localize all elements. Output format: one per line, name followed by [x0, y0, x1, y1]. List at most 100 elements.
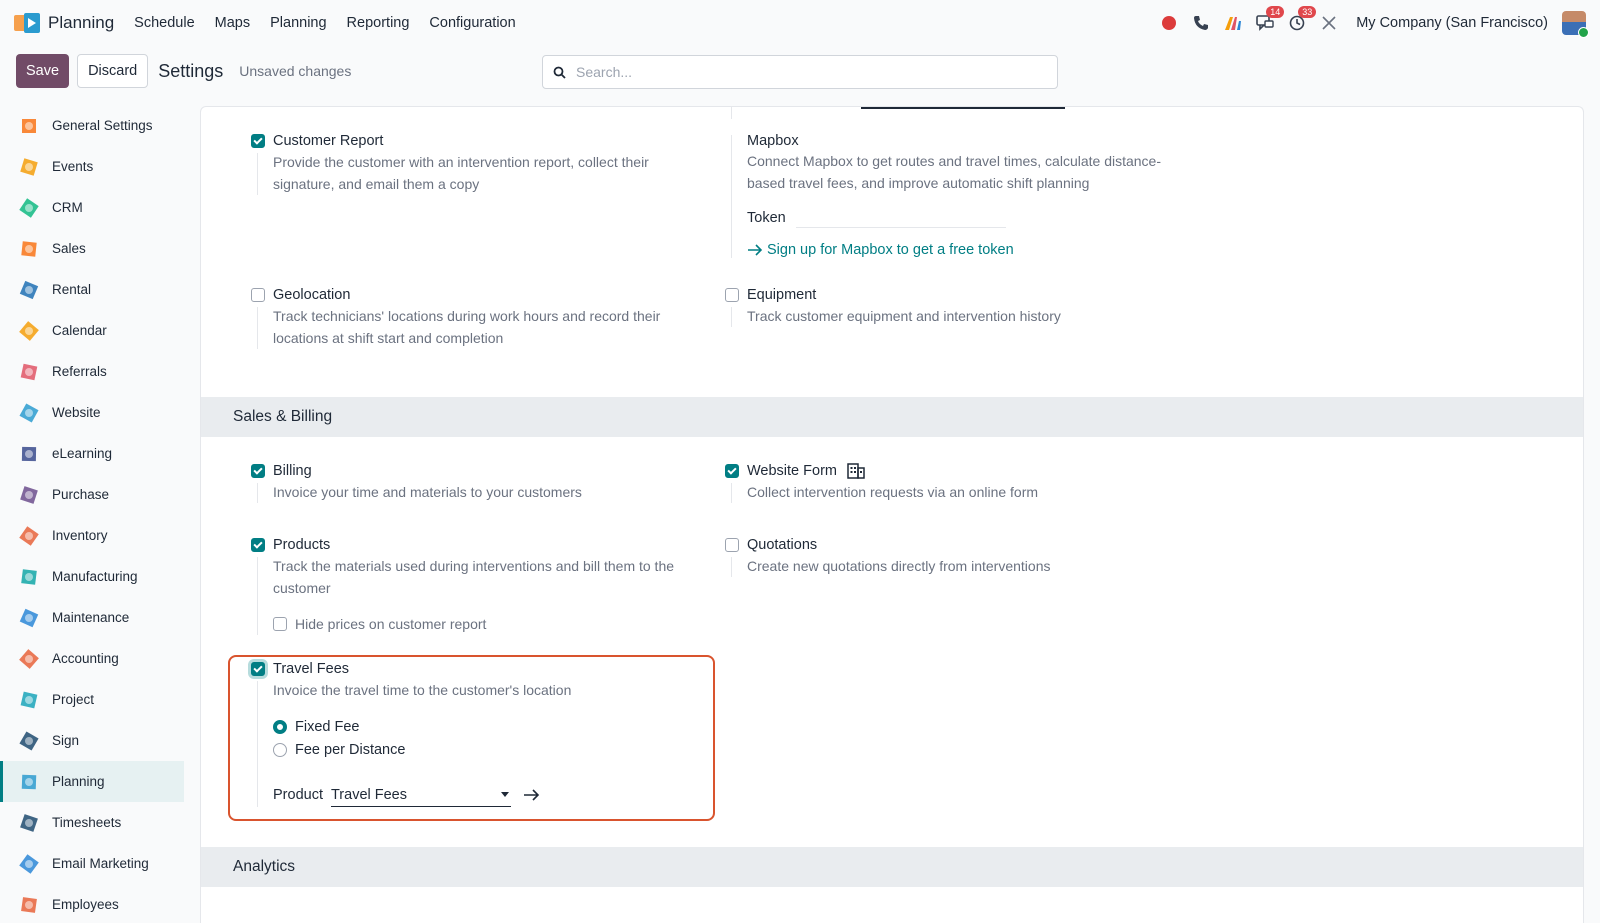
sidebar-item-label: General Settings	[52, 118, 153, 133]
top-navbar: Planning Schedule Maps Planning Reportin…	[0, 0, 1600, 46]
sidebar-item-calendar[interactable]: Calendar	[0, 310, 184, 351]
fixed-fee-option[interactable]: Fixed Fee	[273, 715, 691, 738]
sidebar-item-sales[interactable]: Sales	[0, 228, 184, 269]
quotations-checkbox[interactable]	[725, 538, 739, 552]
user-avatar[interactable]	[1562, 11, 1589, 38]
sidebar-item-maintenance[interactable]: Maintenance	[0, 597, 184, 638]
clock-icon[interactable]: 33	[1288, 6, 1317, 32]
sidebar-item-label: Sign	[52, 733, 80, 748]
website-icon	[18, 402, 40, 424]
setting-customer-report: Customer Report Provide the customer wit…	[251, 133, 691, 195]
manufacturing-icon	[18, 566, 40, 588]
products-checkbox[interactable]	[251, 538, 265, 552]
setting-geolocation: Geolocation Track technicians' locations…	[251, 287, 691, 349]
sidebar-item-inventory[interactable]: Inventory	[0, 515, 184, 556]
equipment-checkbox[interactable]	[725, 288, 739, 302]
sidebar-item-timesheets[interactable]: Timesheets	[0, 802, 184, 843]
mapbox-desc-line1: Connect Mapbox to get routes and travel …	[747, 153, 1161, 169]
tools-icon[interactable]	[1320, 14, 1338, 32]
sidebar-item-label: Purchase	[52, 487, 110, 502]
calendar-icon	[18, 320, 40, 342]
search-bar[interactable]	[542, 55, 1058, 89]
sidebar-item-label: Inventory	[52, 528, 108, 543]
customer-report-desc: Provide the customer with an interventio…	[251, 151, 691, 195]
mapbox-signup-link[interactable]: Sign up for Mapbox to get a free token	[747, 242, 1185, 258]
token-label: Token	[747, 210, 786, 226]
section-sales-billing: Sales & Billing	[201, 397, 1583, 437]
setting-products: Products Track the materials used during…	[251, 537, 691, 635]
sidebar-item-referrals[interactable]: Referrals	[0, 351, 184, 392]
token-input[interactable]	[795, 208, 1006, 228]
phone-icon[interactable]	[1192, 14, 1210, 32]
sidebar-item-accounting[interactable]: Accounting	[0, 638, 184, 679]
save-button[interactable]: Save	[16, 54, 70, 88]
token-row: Token	[747, 208, 1185, 228]
ai-icon[interactable]	[1224, 14, 1242, 32]
company-switcher[interactable]: My Company (San Francisco)	[1356, 15, 1548, 31]
products-desc-line2: customer	[273, 580, 331, 596]
sidebar-item-purchase[interactable]: Purchase	[0, 474, 184, 515]
menu-maps[interactable]: Maps	[215, 15, 250, 31]
products-desc-line1: Track the materials used during interven…	[273, 558, 675, 574]
sidebar-item-label: Maintenance	[52, 610, 130, 625]
sidebar-item-elearning[interactable]: eLearning	[0, 433, 184, 474]
sidebar-item-sign[interactable]: Sign	[0, 720, 184, 761]
fixed-fee-radio[interactable]	[273, 719, 287, 734]
activities-badge: 33	[1298, 6, 1317, 18]
planning-app-icon	[14, 13, 40, 33]
messages-badge: 14	[1266, 6, 1285, 18]
fixed-fee-label: Fixed Fee	[295, 718, 360, 735]
sidebar-item-crm[interactable]: CRM	[0, 187, 184, 228]
geolocation-desc-line2: locations at shift start and completion	[273, 330, 504, 346]
sidebar-item-website[interactable]: Website	[0, 392, 184, 433]
menu-planning[interactable]: Planning	[270, 15, 326, 31]
customer-report-desc-line2: signature, and email them a copy	[273, 176, 480, 192]
fee-per-distance-option[interactable]: Fee per Distance	[273, 738, 691, 761]
timesheets-icon	[18, 812, 40, 834]
setting-travel-fees: Travel Fees Invoice the travel time to t…	[251, 661, 691, 807]
sidebar-item-general-settings[interactable]: General Settings	[0, 105, 184, 146]
hide-prices-label[interactable]: Hide prices on customer report	[295, 613, 486, 635]
sidebar-item-manufacturing[interactable]: Manufacturing	[0, 556, 184, 597]
sidebar-item-label: Email Marketing	[52, 856, 149, 871]
geolocation-checkbox[interactable]	[251, 288, 265, 302]
hide-prices-checkbox[interactable]	[273, 617, 287, 631]
app-name[interactable]: Planning	[48, 13, 114, 33]
app-brand[interactable]: Planning	[14, 13, 114, 33]
menu-reporting[interactable]: Reporting	[347, 15, 410, 31]
sidebar-item-rental[interactable]: Rental	[0, 269, 184, 310]
systray: 14 33 My Company (San Francisco)	[1160, 6, 1589, 38]
referrals-icon	[18, 361, 40, 383]
setting-mapbox: Mapbox Connect Mapbox to get routes and …	[725, 133, 1185, 258]
messages-icon[interactable]: 14	[1256, 6, 1285, 32]
sidebar-item-email-marketing[interactable]: Email Marketing	[0, 843, 184, 884]
product-select[interactable]: Travel Fees	[330, 783, 511, 807]
rental-icon	[18, 279, 40, 301]
fee-per-distance-radio[interactable]	[273, 742, 287, 757]
hide-prices-option: Hide prices on customer report	[273, 613, 691, 635]
customer-report-checkbox[interactable]	[251, 134, 265, 148]
sidebar-item-employees[interactable]: Employees	[0, 884, 184, 923]
geolocation-desc: Track technicians' locations during work…	[251, 305, 691, 349]
sidebar-item-label: Website	[52, 405, 101, 420]
travel-fees-checkbox[interactable]	[251, 662, 265, 676]
search-input[interactable]	[576, 64, 1036, 80]
travel-fees-options: Fixed Fee Fee per Distance	[273, 715, 691, 761]
website-form-checkbox[interactable]	[725, 464, 739, 478]
record-icon[interactable]	[1160, 14, 1178, 32]
sidebar-item-label: Events	[52, 159, 94, 174]
sidebar-item-label: eLearning	[52, 446, 113, 461]
billing-checkbox[interactable]	[251, 464, 265, 478]
sidebar-item-project[interactable]: Project	[0, 679, 184, 720]
discard-button[interactable]: Discard	[77, 54, 149, 88]
sidebar-item-label: CRM	[52, 200, 83, 215]
sign-icon	[18, 730, 40, 752]
menu-configuration[interactable]: Configuration	[429, 15, 515, 31]
settings-sidebar: General Settings Events CRM Sales Rental Cale…	[0, 105, 184, 923]
sidebar-item-events[interactable]: Events	[0, 146, 184, 187]
equipment-desc-line1: Track customer equipment and interventio…	[747, 308, 1061, 324]
general-settings-icon	[18, 115, 40, 137]
menu-schedule[interactable]: Schedule	[134, 15, 194, 31]
sidebar-item-planning[interactable]: Planning	[0, 761, 184, 802]
internal-link-arrow-icon[interactable]	[523, 789, 541, 801]
